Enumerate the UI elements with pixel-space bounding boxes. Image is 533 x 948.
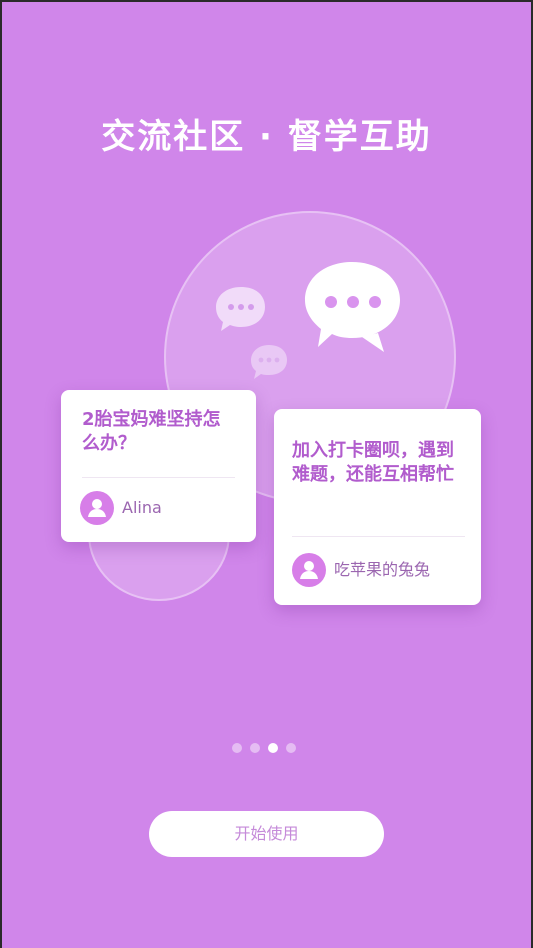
page-dot-active[interactable] — [268, 743, 278, 753]
page-dot[interactable] — [250, 743, 260, 753]
card-author: 吃苹果的兔兔 — [292, 553, 430, 587]
page-indicator — [232, 743, 296, 753]
page-dot[interactable] — [232, 743, 242, 753]
answer-text: 加入打卡圈呗，遇到难题，还能互相帮忙 — [292, 440, 454, 485]
author-name: Alina — [122, 498, 162, 517]
start-button[interactable]: 开始使用 — [149, 811, 384, 857]
page-dot[interactable] — [286, 743, 296, 753]
chat-bubble-icon — [216, 287, 265, 331]
chat-bubble-icon — [251, 345, 287, 379]
avatar-silhouette-icon — [88, 499, 106, 517]
avatar-silhouette-icon — [300, 561, 318, 579]
chat-bubble-icon — [305, 262, 400, 352]
card-divider — [292, 536, 465, 537]
answer-card[interactable]: 加入打卡圈呗，遇到难题，还能互相帮忙 吃苹果的兔兔 — [274, 409, 481, 605]
onboarding-screen: 交流社区 · 督学互助 2胎宝妈难坚持怎么办？ Alina 加入打卡圈呗，遇到难… — [0, 0, 533, 948]
author-name: 吃苹果的兔兔 — [334, 560, 431, 579]
question-card[interactable]: 2胎宝妈难坚持怎么办？ Alina — [61, 390, 256, 542]
page-title: 交流社区 · 督学互助 — [101, 117, 432, 157]
card-divider — [82, 477, 235, 478]
user-avatar-icon — [292, 553, 326, 587]
top-border — [0, 0, 533, 2]
question-text: 2胎宝妈难坚持怎么办？ — [82, 409, 221, 454]
card-author: Alina — [80, 491, 162, 525]
user-avatar-icon — [80, 491, 114, 525]
